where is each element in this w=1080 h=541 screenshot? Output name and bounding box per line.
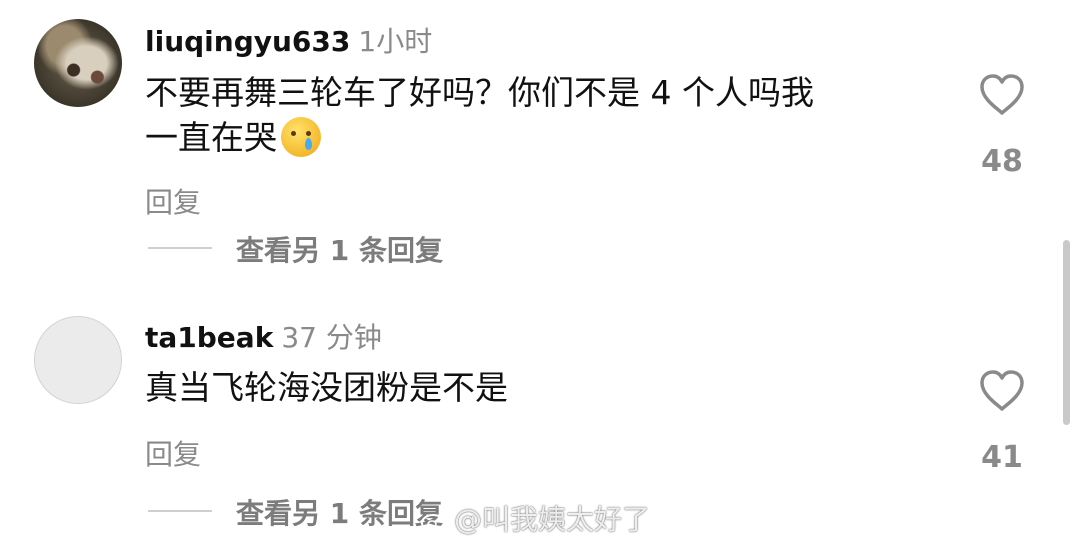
- watermark-text: @叫我姨太好了: [454, 503, 651, 536]
- username[interactable]: ta1beak: [145, 321, 273, 354]
- divider: [148, 510, 212, 512]
- weibo-icon: [421, 512, 448, 532]
- view-replies-button[interactable]: 查看另 1 条回复: [236, 229, 443, 269]
- comment-meta: liuqingyu633 1小时: [145, 20, 432, 60]
- comment-text: 真当飞轮海没团粉是不是: [145, 365, 935, 410]
- comment-text: 不要再舞三轮车了好吗？你们不是 4 个人吗我 一直在哭: [145, 70, 935, 160]
- timestamp: 37 分钟: [281, 321, 382, 354]
- timestamp: 1小时: [358, 25, 433, 58]
- divider: [148, 247, 212, 249]
- reply-button[interactable]: 回复: [145, 181, 201, 221]
- avatar[interactable]: [34, 19, 122, 107]
- comment-text-line: 真当飞轮海没团粉是不是: [145, 368, 508, 407]
- avatar[interactable]: [34, 316, 122, 404]
- comment-text-line-2: 一直在哭: [145, 115, 935, 160]
- comment-text-line: 不要再舞三轮车了好吗？你们不是 4 个人吗我: [145, 73, 814, 112]
- username[interactable]: liuqingyu633: [145, 25, 350, 58]
- heart-icon[interactable]: [978, 368, 1026, 412]
- crying-face-icon: [281, 116, 321, 157]
- reply-button[interactable]: 回复: [145, 433, 201, 473]
- watermark: @叫我姨太好了: [420, 498, 650, 538]
- scrollbar[interactable]: [1063, 240, 1070, 425]
- view-replies-button[interactable]: 查看另 1 条回复: [236, 492, 443, 532]
- like-count: 48: [981, 144, 1023, 179]
- comment-meta: ta1beak 37 分钟: [145, 316, 382, 356]
- heart-icon[interactable]: [978, 72, 1026, 116]
- like-count: 41: [981, 440, 1023, 475]
